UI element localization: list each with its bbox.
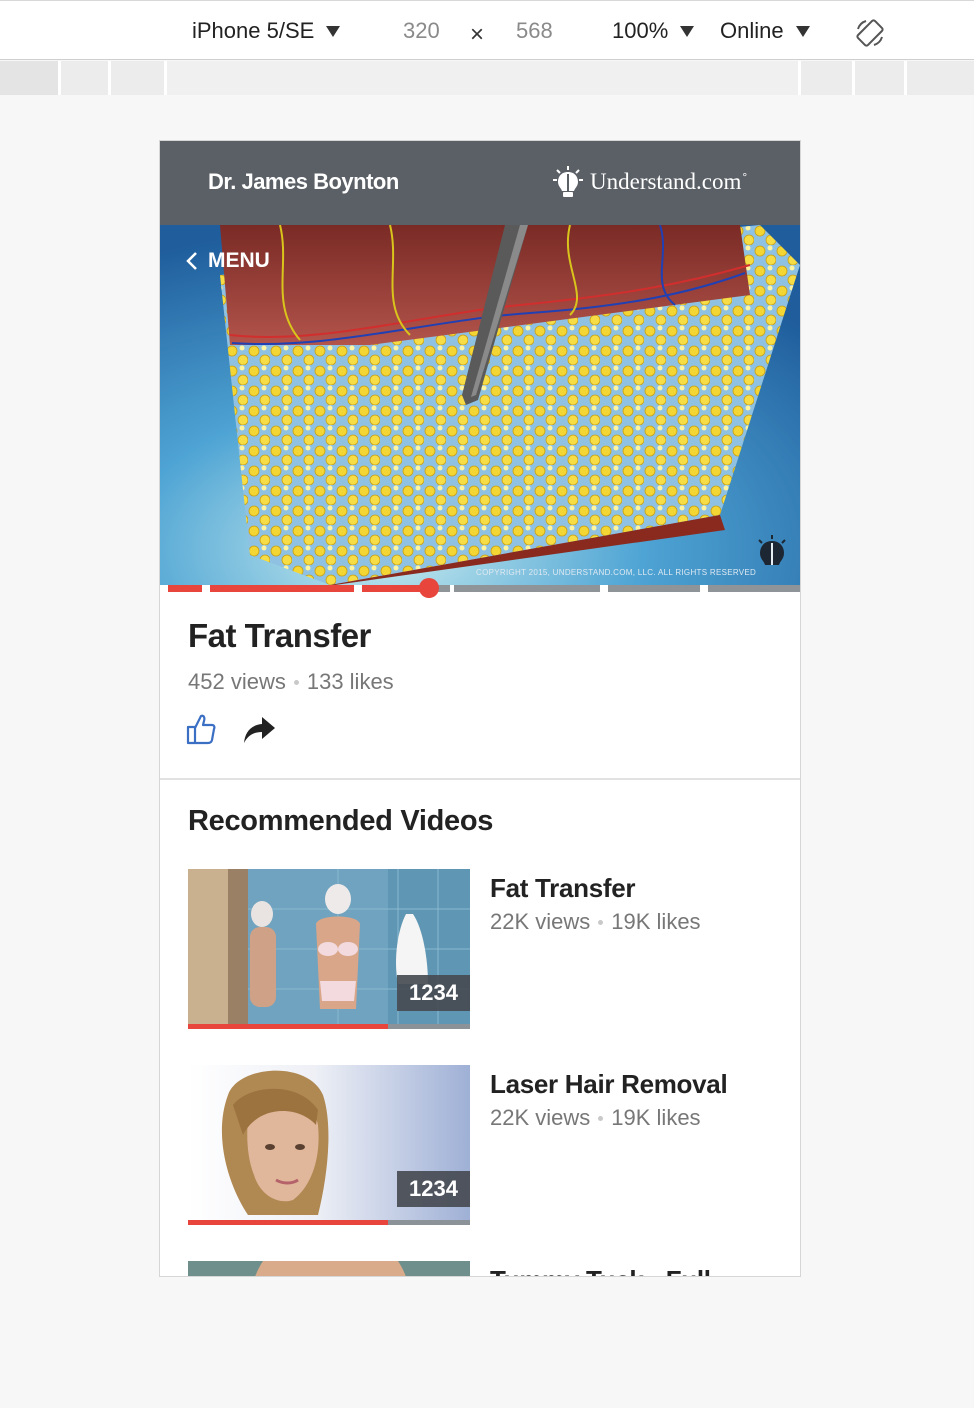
ruler-segment[interactable] xyxy=(58,61,108,95)
width-input[interactable]: 320 xyxy=(403,18,440,44)
video-frame-image xyxy=(160,225,800,585)
doctor-name: Dr. James Boynton xyxy=(208,169,399,194)
chevron-down-icon xyxy=(680,25,695,37)
view-count: 452 views xyxy=(188,669,286,694)
chapter-segment[interactable] xyxy=(454,585,600,592)
separator-dot xyxy=(598,919,604,925)
ruler-segment[interactable] xyxy=(852,61,904,95)
chapter-segment[interactable] xyxy=(708,585,800,592)
ruler-segment[interactable] xyxy=(108,61,164,95)
recommended-video-item[interactable]: 1234 Laser Hair Removal 22K views 19K li… xyxy=(188,1065,778,1225)
menu-back-button[interactable]: MENU xyxy=(186,249,270,273)
chapter-segment[interactable] xyxy=(168,585,202,592)
dimension-separator: × xyxy=(470,21,485,48)
recommended-video-item[interactable]: Tummy Tuck - Full xyxy=(188,1261,778,1276)
chapter-progress-bar[interactable] xyxy=(160,578,800,598)
share-arrow-icon[interactable] xyxy=(242,715,276,745)
ruler-segment[interactable] xyxy=(904,61,974,95)
thumbs-up-icon[interactable] xyxy=(186,713,216,745)
like-count: 133 likes xyxy=(306,669,394,694)
chapter-segment[interactable] xyxy=(608,585,700,592)
playhead-knob[interactable] xyxy=(418,578,439,598)
video-stats: 452 views 133 likes xyxy=(188,669,394,695)
video-thumbnail[interactable]: 1234 xyxy=(188,869,470,1029)
duration-badge: 1234 xyxy=(397,1171,470,1207)
rotate-icon[interactable] xyxy=(854,17,886,49)
watch-progress-bar xyxy=(188,1024,470,1029)
video-thumbnail[interactable] xyxy=(188,1261,470,1276)
app-header: Dr. James Boynton Understand.com ° xyxy=(160,141,800,225)
brand-logo[interactable]: Understand.com ° xyxy=(552,165,747,199)
ruler-segment[interactable] xyxy=(164,61,798,95)
ruler-segment[interactable] xyxy=(798,61,852,95)
like-count: 19K likes xyxy=(611,909,701,934)
view-count: 22K views xyxy=(490,1105,591,1130)
lightbulb-logo-icon xyxy=(553,166,583,197)
video-player[interactable]: MENU COPYRIGHT 2015, UNDERSTAND.COM, LLC… xyxy=(160,225,800,585)
brand-name: Understand.com xyxy=(590,169,742,194)
width-value: 320 xyxy=(403,18,440,43)
device-label: iPhone 5/SE xyxy=(192,18,315,43)
recommended-stats: 22K views 19K likes xyxy=(490,1105,701,1131)
chevron-down-icon xyxy=(795,25,810,37)
separator-dot xyxy=(293,679,299,685)
height-input[interactable]: 568 xyxy=(516,18,553,44)
network-selector[interactable]: Online xyxy=(720,18,810,44)
brand-mark: ° xyxy=(742,170,748,184)
menu-label: MENU xyxy=(208,249,270,272)
view-count: 22K views xyxy=(490,909,591,934)
media-query-ruler xyxy=(0,61,974,95)
chapter-segment[interactable] xyxy=(210,585,354,592)
video-title: Fat Transfer xyxy=(188,617,371,654)
recommended-heading: Recommended Videos xyxy=(188,805,494,837)
devtools-toolbar: iPhone 5/SE 320 × 568 100% Online xyxy=(0,0,974,60)
separator-dot xyxy=(598,1115,604,1121)
section-divider xyxy=(160,778,800,780)
video-thumbnail[interactable]: 1234 xyxy=(188,1065,470,1225)
lightbulb-watermark-icon xyxy=(758,535,786,565)
watch-progress-bar xyxy=(188,1220,470,1225)
like-count: 19K likes xyxy=(611,1105,701,1130)
device-viewport: Dr. James Boynton Understand.com ° MENU … xyxy=(159,140,801,1277)
chevron-left-icon xyxy=(186,252,197,270)
zoom-selector[interactable]: 100% xyxy=(612,18,695,44)
recommended-title[interactable]: Fat Transfer xyxy=(490,873,636,904)
recommended-stats: 22K views 19K likes xyxy=(490,909,701,935)
watch-progress-fill xyxy=(188,1024,389,1029)
thumbnail-image xyxy=(188,1261,470,1276)
recommended-video-item[interactable]: 1234 Fat Transfer 22K views 19K likes xyxy=(188,869,778,1029)
device-selector[interactable]: iPhone 5/SE xyxy=(192,18,341,44)
copyright-text: COPYRIGHT 2015, UNDERSTAND.COM, LLC. ALL… xyxy=(476,568,757,577)
recommended-title[interactable]: Laser Hair Removal xyxy=(490,1069,728,1100)
network-label: Online xyxy=(720,18,784,43)
zoom-label: 100% xyxy=(612,18,669,43)
watch-progress-fill xyxy=(188,1220,389,1225)
recommended-title[interactable]: Tummy Tuck - Full xyxy=(490,1265,711,1276)
height-value: 568 xyxy=(516,18,553,43)
chevron-down-icon xyxy=(326,25,341,37)
duration-badge: 1234 xyxy=(397,975,470,1011)
